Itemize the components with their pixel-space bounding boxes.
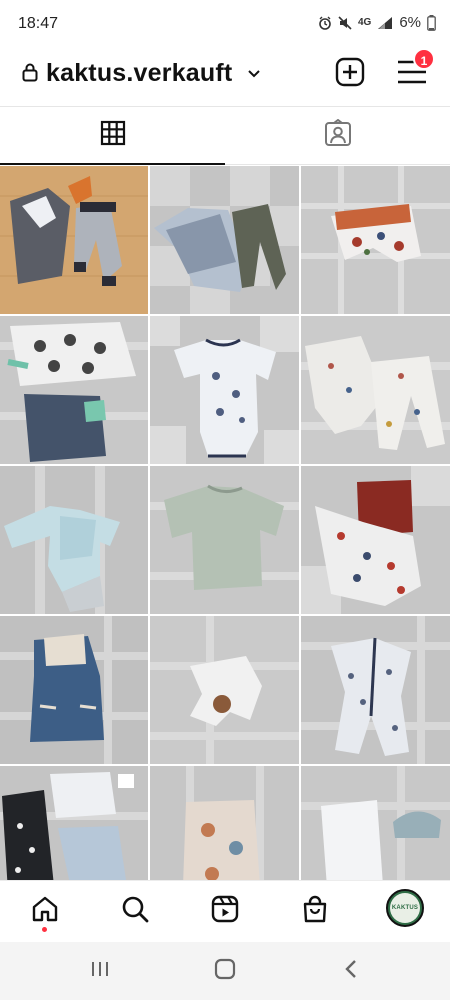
status-icons: 4G 6% <box>318 14 436 31</box>
post-thumbnail[interactable] <box>0 616 148 764</box>
post-thumbnail[interactable] <box>150 466 299 614</box>
mute-icon <box>338 15 352 30</box>
grid-icon <box>100 120 126 151</box>
nav-reels[interactable] <box>207 893 243 929</box>
alarm-icon <box>318 16 332 30</box>
post-thumbnail[interactable] <box>0 466 148 614</box>
post-thumbnail[interactable] <box>0 316 148 464</box>
post-thumbnail[interactable] <box>301 466 450 614</box>
avatar-logo-text: KAKTUS <box>390 893 420 923</box>
back-chevron-icon <box>343 958 359 985</box>
reels-icon <box>210 894 240 929</box>
post-thumbnail[interactable] <box>150 616 299 764</box>
battery-percent: 6% <box>399 14 421 31</box>
username[interactable]: kaktus.verkauft <box>46 59 232 88</box>
home-system-button[interactable] <box>212 958 238 984</box>
add-post-button[interactable] <box>334 56 366 88</box>
post-thumbnail[interactable] <box>150 166 299 314</box>
tagged-icon <box>324 118 352 152</box>
shop-icon <box>300 894 330 929</box>
signal-icon <box>377 16 393 30</box>
add-post-icon <box>334 57 366 92</box>
profile-tabs <box>0 107 450 165</box>
nav-home[interactable] <box>27 893 63 929</box>
post-thumbnail[interactable] <box>301 766 450 880</box>
bottom-nav: KAKTUS <box>0 880 450 942</box>
system-nav <box>0 942 450 1000</box>
profile-header: kaktus.verkauft 1 <box>0 48 450 106</box>
tab-grid[interactable] <box>0 107 225 165</box>
recent-apps-icon <box>89 959 111 984</box>
posts-grid <box>0 166 450 880</box>
post-thumbnail[interactable] <box>301 316 450 464</box>
status-time: 18:47 <box>18 15 59 32</box>
lock-icon <box>22 62 38 87</box>
home-square-icon <box>214 958 236 985</box>
network-label: 4G <box>357 17 372 28</box>
battery-icon <box>427 14 436 31</box>
status-bar: 18:47 4G 6% <box>0 0 450 50</box>
post-thumbnail[interactable] <box>0 766 148 880</box>
home-icon <box>30 894 60 929</box>
home-active-dot <box>42 927 47 932</box>
post-thumbnail[interactable] <box>150 766 299 880</box>
recent-apps-button[interactable] <box>87 958 113 984</box>
post-thumbnail[interactable] <box>301 616 450 764</box>
chevron-down-icon[interactable] <box>247 66 261 84</box>
post-thumbnail[interactable] <box>150 316 299 464</box>
search-icon <box>120 894 150 929</box>
post-thumbnail[interactable] <box>301 166 450 314</box>
post-thumbnail[interactable] <box>0 166 148 314</box>
nav-search[interactable] <box>117 893 153 929</box>
back-button[interactable] <box>338 958 364 984</box>
nav-shop[interactable] <box>297 893 333 929</box>
tab-tagged[interactable] <box>225 107 450 165</box>
notification-badge: 1 <box>413 48 435 70</box>
menu-icon <box>395 60 429 92</box>
profile-avatar[interactable]: KAKTUS <box>386 889 424 927</box>
